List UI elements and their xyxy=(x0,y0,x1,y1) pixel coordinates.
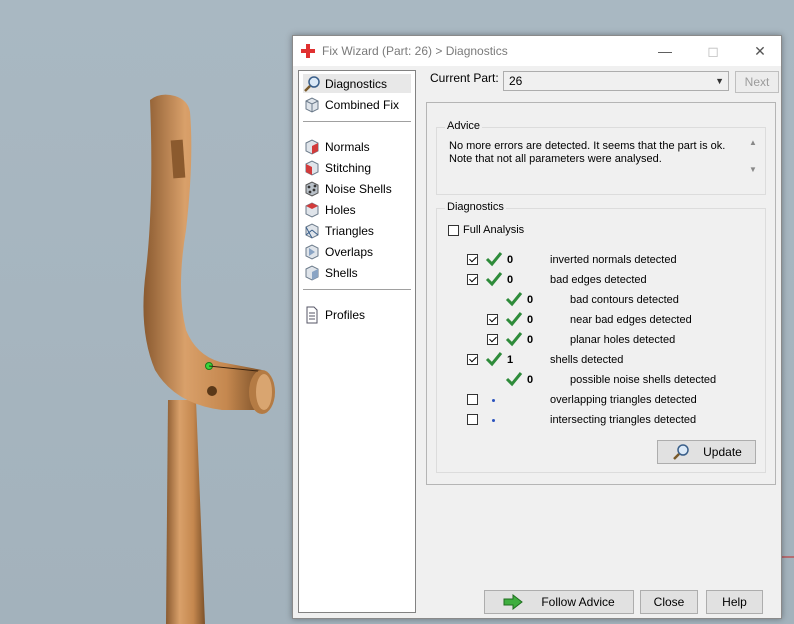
intersecting-triangles-checkbox[interactable] xyxy=(467,414,478,425)
red-cross-icon xyxy=(301,44,315,58)
follow-advice-button[interactable]: Follow Advice xyxy=(484,590,634,614)
magnifier-icon xyxy=(673,444,689,460)
full-analysis-label: Full Analysis xyxy=(463,224,525,236)
ok-check-icon xyxy=(505,372,523,387)
planar-holes-count: 0 xyxy=(527,334,534,346)
nav-item-profiles[interactable]: Profiles xyxy=(303,305,411,324)
full-analysis-checkbox[interactable] xyxy=(448,225,459,236)
shells-label: shells detected xyxy=(550,354,624,366)
nav-separator xyxy=(303,121,411,122)
maximize-icon[interactable]: ◻ xyxy=(698,40,728,62)
minimize-icon[interactable]: — xyxy=(650,40,680,62)
document-icon xyxy=(306,306,318,323)
inverted-normals-checkbox[interactable] xyxy=(467,254,478,265)
bad-contours-label: bad contours detected xyxy=(570,294,679,306)
wizard-nav-panel: Diagnostics Combined Fix Normals Stitchi… xyxy=(298,70,416,613)
current-part-value: 26 xyxy=(509,74,523,88)
bad-contours-count: 0 xyxy=(527,294,534,306)
inverted-normals-label: inverted normals detected xyxy=(550,254,677,266)
ok-check-icon xyxy=(505,312,523,327)
magnifier-icon xyxy=(304,75,320,92)
next-button[interactable]: Next xyxy=(735,71,779,93)
holes-cube-icon xyxy=(305,201,319,218)
nav-item-holes[interactable]: Holes xyxy=(303,200,411,219)
advice-title: Advice xyxy=(445,120,483,132)
planar-holes-label: planar holes detected xyxy=(570,334,676,346)
normals-cube-icon xyxy=(305,138,319,155)
advice-group: Advice No more errors are detected. It s… xyxy=(436,120,766,195)
nav-item-noise-shells[interactable]: Noise Shells xyxy=(303,179,411,198)
update-label: Update xyxy=(703,445,742,459)
shells-checkbox[interactable] xyxy=(467,354,478,365)
close-icon[interactable]: ✕ xyxy=(745,40,775,62)
diagnostics-panel: Advice No more errors are detected. It s… xyxy=(426,102,776,485)
noise-shells-label: possible noise shells detected xyxy=(570,374,717,386)
close-button[interactable]: Close xyxy=(640,590,698,614)
bad-edges-checkbox[interactable] xyxy=(467,274,478,285)
overlaps-icon xyxy=(305,243,319,260)
shells-count: 1 xyxy=(507,354,514,366)
nav-separator xyxy=(303,289,411,290)
diagnostics-group: Diagnostics Full Analysis 0 inverted nor… xyxy=(436,201,766,473)
ok-check-icon xyxy=(505,332,523,347)
advice-text: No more errors are detected. It seems th… xyxy=(449,140,726,165)
update-button[interactable]: Update xyxy=(657,440,756,464)
near-bad-edges-checkbox[interactable] xyxy=(487,314,498,325)
nav-item-triangles[interactable]: Triangles xyxy=(303,221,411,240)
ok-check-icon xyxy=(485,352,503,367)
cube-icon xyxy=(305,96,319,113)
title-bar[interactable]: Fix Wizard (Part: 26) > Diagnostics — ◻ … xyxy=(293,36,781,66)
inverted-normals-count: 0 xyxy=(507,254,514,266)
not-analysed-dot-icon xyxy=(492,399,495,402)
ok-check-icon xyxy=(485,272,503,287)
nav-item-overlaps[interactable]: Overlaps xyxy=(303,242,411,261)
current-part-label: Current Part: xyxy=(430,71,499,85)
not-analysed-dot-icon xyxy=(492,419,495,422)
ok-check-icon xyxy=(505,292,523,307)
stitching-cube-icon xyxy=(305,159,319,176)
follow-advice-label: Follow Advice xyxy=(541,595,615,609)
window-title: Fix Wizard (Part: 26) > Diagnostics xyxy=(322,44,508,58)
window-client: Diagnostics Combined Fix Normals Stitchi… xyxy=(293,66,781,618)
fix-wizard-window: Fix Wizard (Part: 26) > Diagnostics — ◻ … xyxy=(292,35,782,619)
bad-edges-count: 0 xyxy=(507,274,514,286)
shells-icon xyxy=(305,264,319,281)
arrow-right-icon xyxy=(503,594,524,610)
bad-edges-label: bad edges detected xyxy=(550,274,647,286)
diagnostics-title: Diagnostics xyxy=(445,201,506,213)
near-bad-edges-count: 0 xyxy=(527,314,534,326)
ok-check-icon xyxy=(485,252,503,267)
nav-item-diagnostics[interactable]: Diagnostics xyxy=(303,74,411,93)
noise-shells-icon xyxy=(305,180,319,197)
intersecting-triangles-label: intersecting triangles detected xyxy=(550,414,697,426)
nav-item-shells[interactable]: Shells xyxy=(303,263,411,282)
help-button[interactable]: Help xyxy=(706,590,763,614)
nav-item-combined-fix[interactable]: Combined Fix xyxy=(303,95,411,114)
triangles-cube-icon xyxy=(305,222,319,239)
advice-scrollbar[interactable]: ▲ ▼ xyxy=(747,138,759,184)
nav-item-normals[interactable]: Normals xyxy=(303,137,411,156)
planar-holes-checkbox[interactable] xyxy=(487,334,498,345)
noise-shells-count: 0 xyxy=(527,374,534,386)
overlapping-triangles-label: overlapping triangles detected xyxy=(550,394,697,406)
chevron-down-icon: ▼ xyxy=(715,76,724,86)
current-part-select[interactable]: 26 ▼ xyxy=(503,71,729,91)
overlapping-triangles-checkbox[interactable] xyxy=(467,394,478,405)
near-bad-edges-label: near bad edges detected xyxy=(570,314,692,326)
nav-item-stitching[interactable]: Stitching xyxy=(303,158,411,177)
